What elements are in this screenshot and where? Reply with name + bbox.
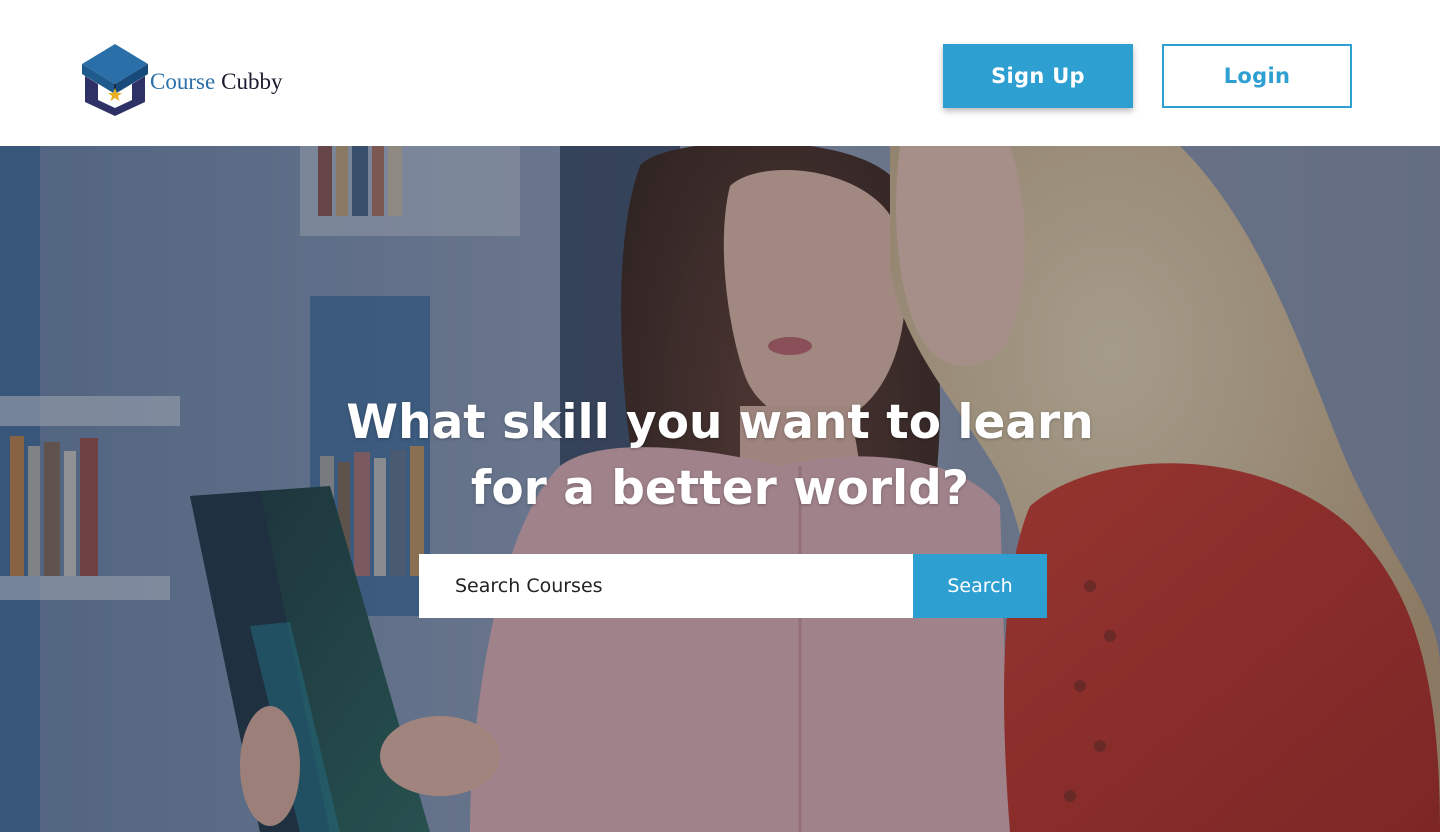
logo[interactable]: Course Cubby xyxy=(80,42,310,116)
sign-up-button[interactable]: Sign Up xyxy=(943,44,1133,108)
login-button[interactable]: Login xyxy=(1162,44,1352,108)
logo-text-course: Course xyxy=(150,69,216,94)
hero-heading-line-2: for a better world? xyxy=(470,461,970,516)
hero-section: What skill you want to learn for a bette… xyxy=(0,146,1440,832)
search-button[interactable]: Search xyxy=(913,554,1047,618)
hero-heading: What skill you want to learn for a bette… xyxy=(320,390,1120,522)
graduation-cap-logo-icon xyxy=(82,44,148,116)
search-courses-input[interactable] xyxy=(419,554,913,618)
logo-text-cubby: Cubby xyxy=(221,69,283,94)
hero-heading-line-1: What skill you want to learn xyxy=(346,395,1094,450)
logo-wordmark: Course Cubby xyxy=(150,68,283,96)
site-header: Course Cubby Sign Up Login xyxy=(0,0,1440,146)
